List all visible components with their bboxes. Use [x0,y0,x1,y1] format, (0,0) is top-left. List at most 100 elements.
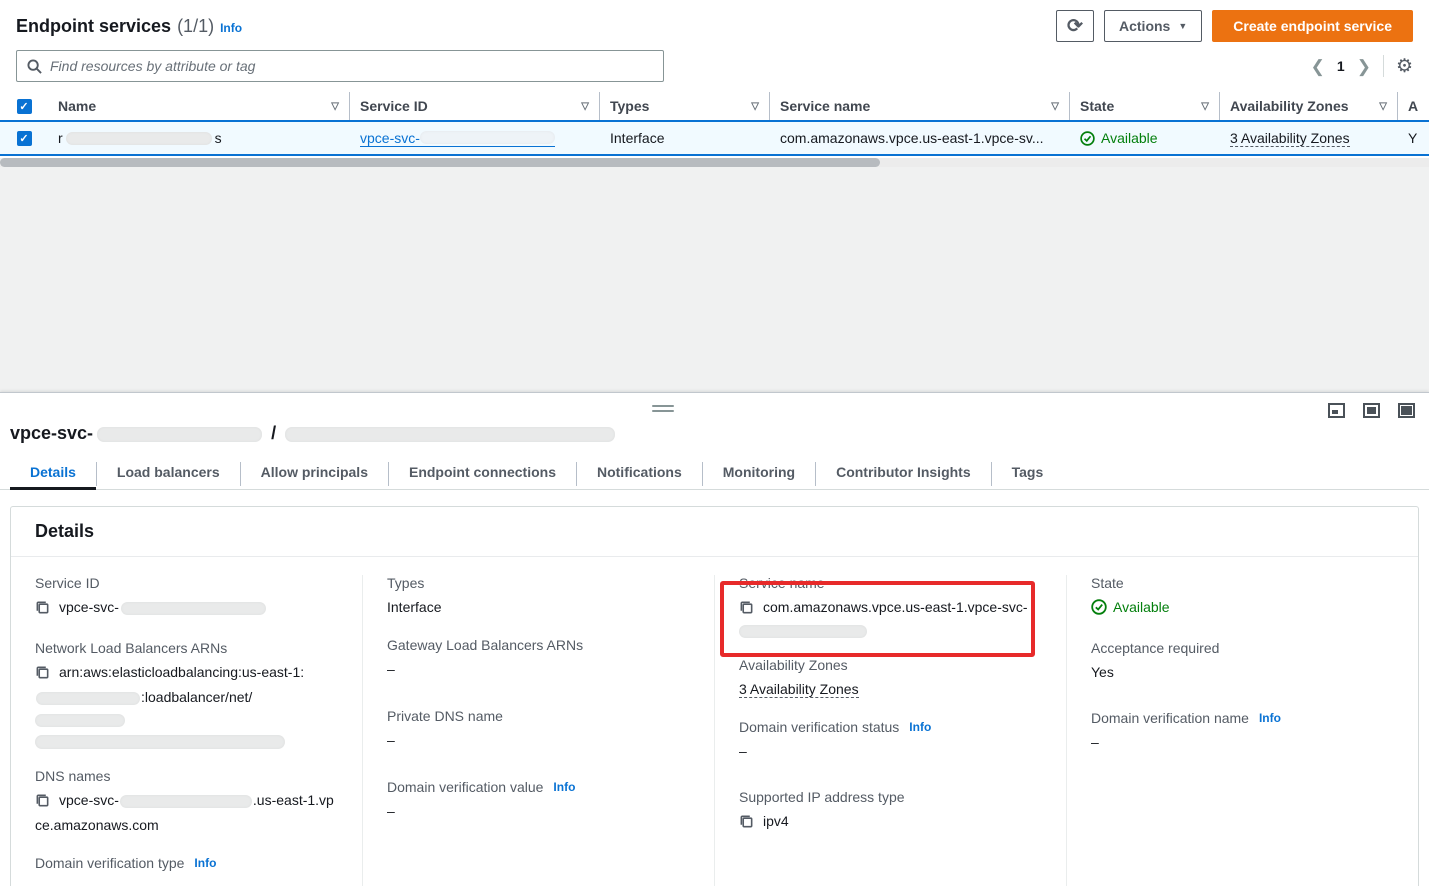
settings-gear-icon[interactable]: ⚙ [1396,57,1413,76]
copy-icon[interactable] [35,792,50,814]
next-page-icon[interactable]: ❯ [1357,58,1371,75]
header-info-link[interactable]: Info [220,21,242,35]
split-panel-preferences [1328,403,1415,418]
field-label: Acceptance required [1091,640,1219,656]
row-availability-zones-cell: 3 Availability Zones [1220,130,1398,147]
availability-zones-popover-link[interactable]: 3 Availability Zones [739,681,859,698]
copy-icon[interactable] [35,664,50,686]
row-name-cell: rs [48,130,350,146]
tab-load-balancers[interactable]: Load balancers [97,458,240,489]
state-status: Available [1091,596,1170,618]
create-endpoint-service-button[interactable]: Create endpoint service [1212,10,1413,42]
sort-icon[interactable]: ▽ [1201,101,1209,112]
tab-monitoring[interactable]: Monitoring [703,458,815,489]
field-value-text: – [387,729,690,751]
actions-button-label: Actions [1119,18,1170,34]
column-header-service-name[interactable]: Service name ▽ [770,92,1070,120]
name-text: s [215,130,222,146]
status-available-icon [1091,599,1107,615]
row-service-id-cell: vpce-svc- [350,130,600,147]
panel-position-side-icon[interactable] [1363,403,1380,418]
field-label: Service name [739,575,825,591]
horizontal-scrollbar[interactable] [0,158,1429,167]
acceptance-text: Y [1408,130,1417,146]
toolbar-row: ❮ 1 ❯ ⚙ [0,44,1429,92]
tab-details[interactable]: Details [10,458,96,489]
column-header-name[interactable]: Name ▽ [48,92,350,120]
endpoint-services-table: ✓ Name ▽ Service ID ▽ Types ▽ Service na… [0,92,1429,167]
sort-icon[interactable]: ▽ [581,101,589,112]
refresh-button[interactable]: ⟳ [1056,10,1094,42]
field-value-text: – [387,800,690,822]
status-available-icon [1080,131,1095,146]
field-value-text: vpce-svc- [59,599,119,615]
redacted-text [35,714,125,727]
tab-endpoint-connections[interactable]: Endpoint connections [389,458,576,489]
field-value-text: Interface [387,596,690,618]
details-card-body: Service ID vpce-svc- Network Load Balanc… [11,557,1418,886]
header-row: Endpoint services (1/1) Info ⟳ Actions ▼… [0,0,1429,44]
field-value-text: com.amazonaws.vpce.us-east-1.vpce-svc- [763,599,1028,615]
split-panel-drag-handle-icon[interactable] [652,405,674,415]
actions-button[interactable]: Actions ▼ [1104,10,1202,42]
sort-icon[interactable]: ▽ [1379,101,1387,112]
current-page[interactable]: 1 [1337,58,1345,74]
sort-icon[interactable]: ▽ [331,101,339,112]
horizontal-scrollbar-thumb[interactable] [0,158,880,167]
sort-icon[interactable]: ▽ [1051,101,1059,112]
service-id-link[interactable]: vpce-svc- [360,130,555,147]
copy-icon[interactable] [739,599,754,621]
info-link[interactable]: Info [909,720,931,734]
search-box[interactable] [16,50,664,82]
select-all-checkbox[interactable]: ✓ [17,99,32,114]
column-header-availability-zones[interactable]: Availability Zones ▽ [1220,92,1398,120]
field-value-text: ipv4 [763,813,789,829]
service-name-text: com.amazonaws.vpce.us-east-1.vpce-sv... [780,130,1044,146]
row-checkbox[interactable]: ✓ [17,131,32,146]
row-acceptance-cell: Y [1398,130,1429,146]
background-area [0,167,1429,392]
field-availability-zones: Availability Zones 3 Availability Zones [739,657,1042,700]
sort-icon[interactable]: ▽ [751,101,759,112]
search-input[interactable] [50,58,653,74]
field-value-text: arn:aws:elasticloadbalancing:us-east-1: [59,664,304,680]
redacted-text [97,427,262,442]
table-row[interactable]: ✓ rs vpce-svc- Interface com.amazonaws.v… [0,120,1429,156]
tab-allow-principals[interactable]: Allow principals [241,458,388,489]
column-label: Name [58,98,325,114]
page-title: Endpoint services [16,16,171,37]
field-domain-verification-status: Domain verification statusInfo – [739,719,1042,762]
field-nlb-arns: Network Load Balancers ARNs arn:aws:elas… [35,640,338,749]
field-value-text: :loadbalancer/net/ [141,689,252,705]
field-label: Service ID [35,575,100,591]
field-label: Private DNS name [387,708,503,724]
field-supported-ip: Supported IP address type ipv4 [739,789,1042,835]
column-label: A [1408,98,1429,114]
tab-tags[interactable]: Tags [992,458,1064,489]
copy-icon[interactable] [35,599,50,621]
column-header-service-id[interactable]: Service ID ▽ [350,92,600,120]
column-header-state[interactable]: State ▽ [1070,92,1220,120]
info-link[interactable]: Info [1259,711,1281,725]
tab-notifications[interactable]: Notifications [577,458,702,489]
panel-position-full-icon[interactable] [1398,403,1415,418]
field-domain-verification-type: Domain verification typeInfo – [35,855,338,886]
panel-title-prefix: vpce-svc- [10,423,93,443]
info-link[interactable]: Info [194,856,216,870]
details-card-header: Details [11,507,1418,557]
previous-page-icon[interactable]: ❮ [1311,58,1325,75]
column-header-types[interactable]: Types ▽ [600,92,770,120]
info-link[interactable]: Info [553,780,575,794]
resource-count: (1/1) [177,16,214,37]
redacted-text [420,131,555,144]
redacted-text [66,132,212,145]
title-group: Endpoint services (1/1) Info [16,16,242,37]
panel-position-bottom-icon[interactable] [1328,403,1345,418]
tab-contributor-insights[interactable]: Contributor Insights [816,458,991,489]
availability-zones-popover-link[interactable]: 3 Availability Zones [1230,130,1350,147]
copy-icon[interactable] [739,813,754,835]
column-header-acceptance[interactable]: A [1398,92,1429,120]
field-domain-verification-name: Domain verification nameInfo – [1091,710,1394,753]
column-label: Service ID [360,98,575,114]
header-actions: ⟳ Actions ▼ Create endpoint service [1056,10,1413,42]
